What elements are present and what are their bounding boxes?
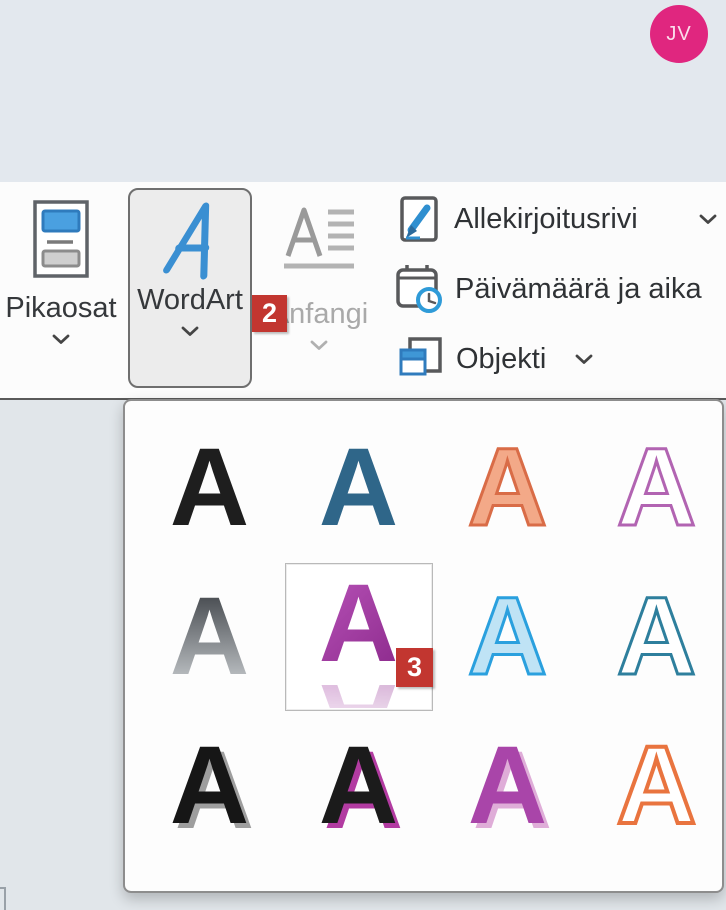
drop-cap-icon bbox=[280, 204, 358, 274]
account-avatar[interactable]: JV bbox=[650, 5, 708, 63]
step-badge-3: 3 bbox=[396, 648, 433, 687]
wordart-style-option[interactable]: A bbox=[135, 413, 284, 562]
signature-line-button[interactable]: Allekirjoitusrivi bbox=[398, 192, 720, 246]
step-badge-2: 2 bbox=[252, 295, 287, 332]
drop-cap-button[interactable]: Anfangi bbox=[258, 190, 380, 386]
wordart-style-letter: A bbox=[170, 581, 249, 693]
chevron-down-icon bbox=[698, 214, 718, 225]
wordart-style-letter: A bbox=[319, 730, 398, 842]
wordart-button[interactable]: WordArt bbox=[128, 188, 252, 388]
wordart-style-letter: A bbox=[468, 730, 547, 842]
date-time-label: Päivämäärä ja aika bbox=[455, 273, 702, 306]
title-bar-area: JV bbox=[0, 0, 726, 182]
object-label: Objekti bbox=[456, 343, 546, 376]
quick-parts-button[interactable]: Pikaosat bbox=[2, 190, 120, 386]
step-badge-2-number: 2 bbox=[262, 298, 277, 329]
chevron-down-icon bbox=[309, 340, 329, 351]
chevron-down-icon bbox=[51, 334, 71, 345]
wordart-label: WordArt bbox=[137, 284, 243, 317]
wordart-style-letter: A bbox=[468, 432, 547, 544]
wordart-style-letter: A bbox=[468, 581, 547, 693]
wordart-style-option[interactable]: A bbox=[433, 413, 582, 562]
wordart-style-letter: A bbox=[170, 432, 249, 544]
wordart-style-option[interactable]: A bbox=[135, 562, 284, 711]
wordart-style-option[interactable]: A bbox=[582, 413, 726, 562]
wordart-style-option[interactable]: A bbox=[284, 711, 433, 860]
wordart-icon bbox=[151, 196, 229, 282]
wordart-style-option-selected[interactable]: A A bbox=[284, 562, 433, 711]
word-window: JV Pikaosat WordArt bbox=[0, 0, 726, 910]
wordart-style-letter: A bbox=[617, 730, 696, 842]
chevron-down-icon bbox=[180, 326, 200, 337]
signature-line-label: Allekirjoitusrivi bbox=[454, 203, 638, 236]
wordart-style-option[interactable]: A bbox=[582, 711, 726, 860]
page-edge bbox=[0, 887, 6, 910]
wordart-style-option[interactable]: A bbox=[433, 562, 582, 711]
wordart-style-option[interactable]: A bbox=[135, 711, 284, 860]
wordart-style-option[interactable]: A bbox=[582, 562, 726, 711]
signature-line-icon bbox=[398, 194, 442, 244]
wordart-style-letter: A bbox=[617, 432, 696, 544]
wordart-style-letter: A bbox=[617, 581, 696, 693]
wordart-gallery-dropdown: A A A A A A A A A A A A A bbox=[123, 399, 724, 893]
date-time-button[interactable]: Päivämäärä ja aika bbox=[395, 262, 726, 316]
wordart-style-option[interactable]: A bbox=[433, 711, 582, 860]
object-button[interactable]: Objekti bbox=[398, 332, 720, 386]
quick-parts-label: Pikaosat bbox=[5, 292, 116, 325]
wordart-gallery-grid: A A A A A A A A A A A A A bbox=[125, 401, 722, 860]
step-badge-3-number: 3 bbox=[407, 652, 422, 683]
date-time-icon bbox=[395, 263, 443, 315]
object-icon bbox=[398, 336, 444, 382]
chevron-down-icon bbox=[574, 354, 594, 365]
wordart-style-letter: A bbox=[170, 730, 249, 842]
ribbon: Pikaosat WordArt bbox=[0, 182, 726, 400]
wordart-style-letter: A bbox=[319, 432, 398, 544]
avatar-initials: JV bbox=[666, 23, 691, 46]
quick-parts-icon bbox=[32, 200, 90, 278]
wordart-style-option[interactable]: A bbox=[284, 413, 433, 562]
selection-highlight-box: A A bbox=[285, 563, 433, 711]
